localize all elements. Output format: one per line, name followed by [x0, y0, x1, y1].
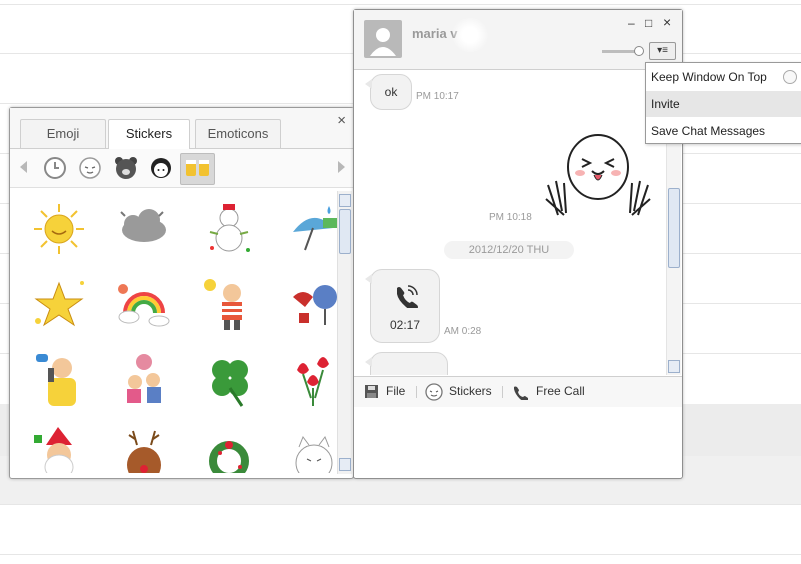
- sticker-tab-bar: Emoji Stickers Emoticons ×: [10, 108, 353, 149]
- sticker-category-bar: [10, 149, 353, 188]
- clover-sticker[interactable]: [198, 348, 260, 410]
- message-bubble[interactable]: ok: [365, 74, 412, 110]
- close-icon[interactable]: ×: [663, 14, 671, 30]
- phone-icon[interactable]: [512, 384, 529, 403]
- menu-item-label: Keep Window On Top: [651, 70, 767, 84]
- moon-face-icon[interactable]: [77, 155, 103, 181]
- menu-item-label: Invite: [651, 97, 680, 111]
- wreath-sticker[interactable]: [198, 423, 260, 473]
- sunny-man-sticker[interactable]: [198, 273, 260, 335]
- sticker-icon[interactable]: [425, 383, 443, 404]
- message-time: AM 0:28: [444, 326, 482, 337]
- chat-toolbar: File Stickers Free Call: [354, 376, 682, 408]
- umbrella-sticker[interactable]: [283, 198, 338, 260]
- moon-sticker-message[interactable]: [542, 125, 654, 225]
- toolbar-separator: [502, 386, 503, 398]
- scroll-down-button[interactable]: [339, 458, 351, 471]
- snowman-sticker[interactable]: [198, 198, 260, 260]
- cheers-icon[interactable]: [180, 153, 215, 185]
- stickers-button[interactable]: Stickers: [449, 384, 492, 398]
- fan-girl-sticker[interactable]: [283, 273, 338, 335]
- volume-slider[interactable]: [602, 50, 638, 53]
- volume-slider-knob[interactable]: [634, 46, 644, 56]
- toggle-switch[interactable]: [783, 70, 797, 84]
- file-icon[interactable]: [364, 384, 379, 402]
- chevron-right-icon[interactable]: [338, 161, 345, 173]
- phone-icon: [393, 284, 419, 311]
- scroll-thumb[interactable]: [668, 188, 680, 268]
- background-divider: [0, 504, 801, 505]
- free-call-button[interactable]: Free Call: [536, 384, 585, 398]
- reindeer-sticker[interactable]: [113, 423, 175, 473]
- menu-button[interactable]: ▾≡: [649, 42, 676, 60]
- bubble-tail: [365, 357, 372, 367]
- bubble-tail: [365, 79, 372, 89]
- scroll-down-button[interactable]: [668, 360, 680, 373]
- rainbow-sticker[interactable]: [113, 273, 175, 335]
- scroll-thumb[interactable]: [339, 209, 351, 254]
- file-button[interactable]: File: [386, 384, 405, 398]
- call-message-bubble[interactable]: 02:17: [365, 269, 440, 343]
- call-duration: 02:17: [389, 318, 421, 332]
- message-time: PM 10:17: [416, 91, 459, 102]
- santa-sticker[interactable]: [28, 423, 90, 473]
- tab-emoticons[interactable]: Emoticons: [195, 119, 281, 148]
- toolbar-separator: [416, 386, 417, 398]
- maximize-icon[interactable]: □: [645, 16, 652, 30]
- chat-window: maria v – □ × ▾≡ ok PM 10:17 PM 10:18 20…: [353, 9, 683, 479]
- bubble-tail: [365, 274, 372, 284]
- message-bubble-partial[interactable]: [365, 352, 448, 375]
- date-separator: 2012/12/20 THU: [444, 241, 574, 259]
- menu-item-keep-on-top[interactable]: Keep Window On Top: [646, 64, 801, 90]
- chat-header: maria v – □ × ▾≡: [354, 10, 682, 70]
- lucky-cat-sticker[interactable]: [283, 423, 338, 473]
- phone-man-sticker[interactable]: [28, 348, 90, 410]
- name-obscured-area: [450, 18, 490, 52]
- menu-item-label: Save Chat Messages: [651, 124, 766, 138]
- menu-item-invite[interactable]: Invite: [646, 91, 801, 117]
- message-text: ok: [384, 85, 398, 99]
- menu-item-save-chat[interactable]: Save Chat Messages: [646, 118, 801, 144]
- tab-stickers[interactable]: Stickers: [108, 119, 190, 149]
- background-divider: [0, 4, 801, 5]
- message-list: ok PM 10:17 PM 10:18 2012/12/20 THU 02:1…: [354, 70, 666, 375]
- cloud-sticker[interactable]: [113, 198, 175, 260]
- recent-icon[interactable]: [42, 155, 68, 181]
- girl-icon[interactable]: [148, 155, 174, 181]
- avatar[interactable]: [364, 20, 402, 58]
- message-time: PM 10:18: [489, 212, 532, 223]
- scroll-up-button[interactable]: [339, 194, 351, 207]
- star-sticker[interactable]: [28, 273, 90, 335]
- background-divider: [0, 554, 801, 555]
- sticker-scrollbar[interactable]: [337, 191, 352, 474]
- tab-emoji[interactable]: Emoji: [20, 119, 106, 148]
- tulip-sticker[interactable]: [283, 348, 338, 410]
- sun-sticker[interactable]: [28, 198, 90, 260]
- sticker-grid: [18, 198, 338, 473]
- chat-options-menu: Keep Window On Top Invite Save Chat Mess…: [645, 62, 801, 144]
- chevron-left-icon[interactable]: [20, 161, 27, 173]
- couple-sticker[interactable]: [113, 348, 175, 410]
- close-icon[interactable]: ×: [337, 112, 346, 129]
- sticker-panel: Emoji Stickers Emoticons ×: [9, 107, 354, 479]
- brown-bear-icon[interactable]: [113, 155, 139, 181]
- minimize-icon[interactable]: –: [628, 16, 635, 30]
- message-input[interactable]: [354, 407, 682, 477]
